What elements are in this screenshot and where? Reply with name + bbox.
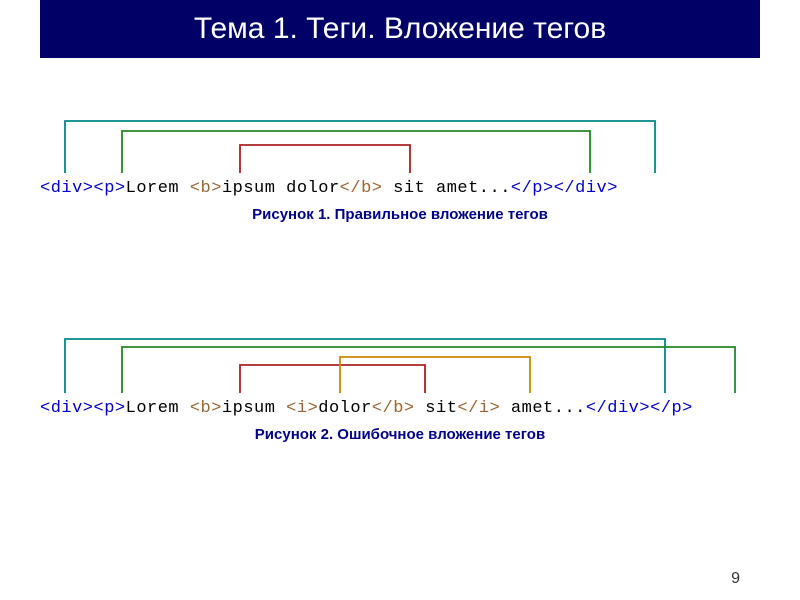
figure-2-caption: Рисунок 2. Ошибочное вложение тегов (40, 426, 760, 443)
text-sit: sit (415, 399, 458, 418)
tag-p-open: <p> (94, 179, 126, 198)
text-lorem: Lorem (126, 399, 190, 418)
tag-p-open: <p> (94, 399, 126, 418)
figure-2-code: <div><p>Lorem <b>ipsum <i>dolor</b> sit<… (40, 399, 760, 418)
tag-i-open: <i> (286, 399, 318, 418)
tag-b-close: </b> (340, 179, 383, 198)
tag-div-open: <div> (40, 179, 94, 198)
figure-1-caption: Рисунок 1. Правильное вложение тегов (40, 206, 760, 223)
figure-1-code: <div><p>Lorem <b>ipsum dolor</b> sit ame… (40, 179, 760, 198)
tag-b-open: <b> (190, 179, 222, 198)
tag-p-close: </p> (650, 399, 693, 418)
tag-i-close: </i> (457, 399, 500, 418)
text-sit-amet: sit amet... (382, 179, 510, 198)
tag-div-open: <div> (40, 399, 94, 418)
tag-b-open: <b> (190, 399, 222, 418)
tag-p-close: </p> (511, 179, 554, 198)
text-lorem: Lorem (126, 179, 190, 198)
figure-2: <div><p>Lorem <b>ipsum <i>dolor</b> sit<… (40, 335, 760, 443)
tag-div-close: </div> (554, 179, 618, 198)
figure-2-brackets (40, 335, 760, 395)
tag-b-close: </b> (372, 399, 415, 418)
figure-1-brackets (40, 115, 760, 175)
text-ipsum: ipsum (222, 399, 286, 418)
figure-1: <div><p>Lorem <b>ipsum dolor</b> sit ame… (40, 115, 760, 223)
tag-div-close: </div> (586, 399, 650, 418)
text-ipsum-dolor: ipsum dolor (222, 179, 340, 198)
page-number: 9 (731, 570, 740, 588)
text-amet: amet... (500, 399, 586, 418)
text-dolor: dolor (318, 399, 372, 418)
slide-title: Тема 1. Теги. Вложение тегов (40, 0, 760, 58)
